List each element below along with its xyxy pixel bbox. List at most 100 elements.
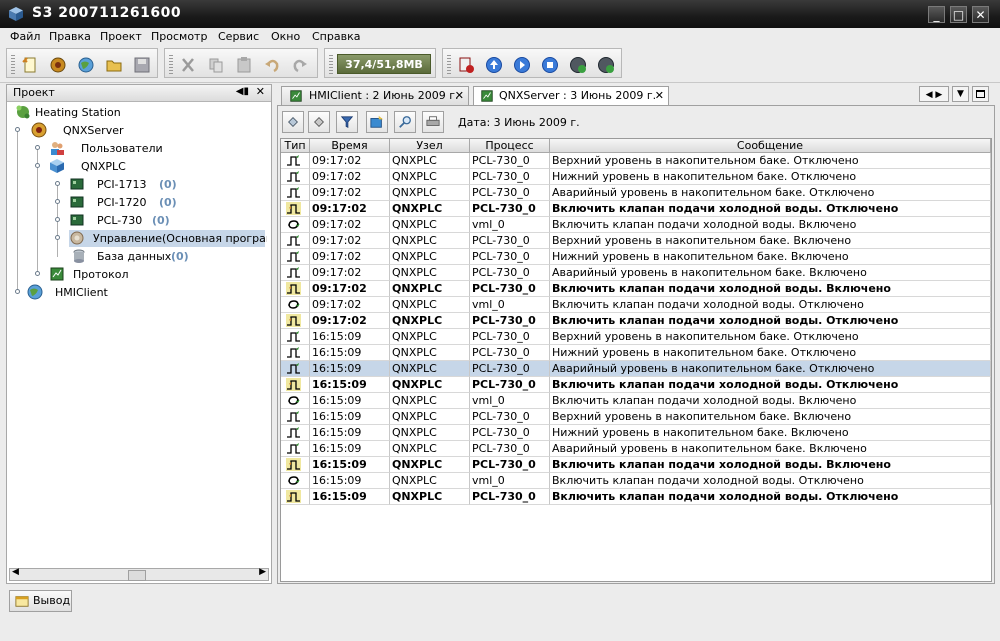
output-button[interactable]: Вывод [9,590,72,612]
filter-group-button[interactable] [308,111,330,133]
type-cell [281,233,310,249]
scroll-left-icon[interactable]: ◀ [12,567,19,577]
scrollbar-thumb[interactable] [128,570,146,581]
table-row[interactable]: 09:17:02 QNXPLC PCL-730_0 Включить клапан п… [281,313,991,329]
globe-icon[interactable] [77,56,95,74]
table-row[interactable]: 09:17:02 QNXPLC PCL-730_0 Верхний уровень в… [281,153,991,169]
process-cell: PCL-730_0 [470,233,550,249]
signal-pulse-icon [287,347,300,358]
run-script-icon[interactable] [457,56,475,74]
stop-icon[interactable] [541,56,559,74]
server-gear-icon[interactable] [49,56,67,74]
table-row[interactable]: 09:17:02 QNXPLC PCL-730_0 Включить клапан п… [281,201,991,217]
table-row[interactable]: 09:17:02 QNXPLC PCL-730_0 Аварийный уровень… [281,185,991,201]
tree-expand-toggle[interactable] [55,217,60,222]
play-icon[interactable] [513,56,531,74]
table-row[interactable]: 09:17:02 QNXPLC PCL-730_0 Включить клапан п… [281,281,991,297]
signal-pulse-icon [287,427,300,438]
table-row[interactable]: 16:15:09 QNXPLC PCL-730_0 Аварийный уровень… [281,441,991,457]
tree-item-control-program[interactable]: Управление(Основная програм [69,230,267,247]
tab-close-icon[interactable]: ✕ [455,87,464,105]
scroll-right-icon[interactable]: ▶ [259,567,266,577]
table-row[interactable]: 09:17:02 QNXPLC PCL-730_0 Нижний уровень в … [281,249,991,265]
search-button[interactable] [394,111,416,133]
toolbar-group-edit [164,48,318,78]
tab-list-dropdown[interactable]: ▼ [952,86,969,102]
export-button[interactable] [366,111,388,133]
menu-edit[interactable]: Правка [49,30,91,43]
panel-minimize-icon[interactable]: ◀▮ [236,86,249,97]
toolbar-grip[interactable] [447,55,451,75]
column-header-node[interactable]: Узел [390,139,470,153]
table-row[interactable]: 09:17:02 QNXPLC PCL-730_0 Нижний уровень в … [281,169,991,185]
table-row[interactable]: 16:15:09 QNXPLC vml_0 Включить клапан подач… [281,393,991,409]
tree-expand-toggle[interactable] [15,127,20,132]
tree-expand-toggle[interactable] [55,181,60,186]
table-row[interactable]: 16:15:09 QNXPLC PCL-730_0 Верхний уровень в… [281,409,991,425]
print-button[interactable] [422,111,444,133]
menu-view[interactable]: Просмотр [151,30,207,43]
column-header-message[interactable]: Сообщение [550,139,991,153]
copy-icon[interactable] [207,56,225,74]
tree-expand-toggle[interactable] [55,235,60,240]
menu-window[interactable]: Окно [271,30,300,43]
tree-expand-toggle[interactable] [35,163,40,168]
filter-button[interactable] [336,111,358,133]
tree-expand-toggle[interactable] [35,145,40,150]
table-row[interactable]: 09:17:02 QNXPLC PCL-730_0 Аварийный уровень… [281,265,991,281]
close-button[interactable]: ✕ [972,6,989,23]
tree-expand-toggle[interactable] [35,271,40,276]
memory-indicator[interactable]: 37,4/51,8MB [337,54,431,74]
table-row[interactable]: 09:17:02 QNXPLC vml_0 Включить клапан подач… [281,217,991,233]
toolbar-group-file [6,48,158,78]
table-row[interactable]: 16:15:09 QNXPLC PCL-730_0 Включить клапан п… [281,489,991,505]
cut-icon[interactable] [179,56,197,74]
table-row[interactable]: 16:15:09 QNXPLC vml_0 Включить клапан подач… [281,473,991,489]
type-cell [281,489,310,505]
table-row[interactable]: 16:15:09 QNXPLC PCL-730_0 Нижний уровень в … [281,425,991,441]
column-header-type[interactable]: Тип [281,139,310,153]
table-row[interactable]: 16:15:09 QNXPLC PCL-730_0 Верхний уровень в… [281,329,991,345]
tree-network-icon [16,105,30,119]
process-cell: PCL-730_0 [470,201,550,217]
menu-service[interactable]: Сервис [218,30,259,43]
tab-qnxserver[interactable]: QNXServer : 3 Июнь 2009 г. ✕ [473,86,669,106]
connect-play-icon[interactable] [569,56,587,74]
table-row[interactable]: 16:15:09 QNXPLC PCL-730_0 Аварийный уровень… [281,361,991,377]
table-row[interactable]: 09:17:02 QNXPLC vml_0 Включить клапан подач… [281,297,991,313]
panel-close-icon[interactable]: ✕ [256,85,265,98]
tab-hmiclient[interactable]: HMIClient : 2 Июнь 2009 г. ✕ [281,86,469,106]
horizontal-scrollbar[interactable]: ◀ ▶ [9,567,269,581]
paste-icon[interactable] [235,56,253,74]
new-document-icon[interactable] [21,56,39,74]
maximize-button[interactable]: □ [950,6,967,23]
tree-expand-toggle[interactable] [55,199,60,204]
connect-stop-icon[interactable] [597,56,615,74]
menu-project[interactable]: Проект [100,30,142,43]
open-folder-icon[interactable] [105,56,123,74]
column-header-process[interactable]: Процесс [470,139,550,153]
save-icon[interactable] [133,56,151,74]
signal-pulse-icon [287,187,300,198]
up-arrow-icon[interactable] [485,56,503,74]
tab-scroll-arrows[interactable]: ◀ ▶ [919,86,949,102]
column-header-time[interactable]: Время [310,139,390,153]
tab-close-icon[interactable]: ✕ [655,87,664,105]
project-panel-header: Проект ◀▮ ✕ [7,85,271,102]
filter-tree-button[interactable] [282,111,304,133]
toolbar-grip[interactable] [169,55,173,75]
minimize-button[interactable]: _ [928,6,945,23]
tree-expand-toggle[interactable] [15,289,20,294]
table-row[interactable]: 16:15:09 QNXPLC PCL-730_0 Нижний уровень в … [281,345,991,361]
toolbar-grip[interactable] [11,55,15,75]
redo-icon[interactable] [291,56,309,74]
table-row[interactable]: 16:15:09 QNXPLC PCL-730_0 Включить клапан п… [281,457,991,473]
undo-icon[interactable] [263,56,281,74]
table-row[interactable]: 16:15:09 QNXPLC PCL-730_0 Включить клапан п… [281,377,991,393]
menu-file[interactable]: Файл [10,30,40,43]
table-row[interactable]: 09:17:02 QNXPLC PCL-730_0 Верхний уровень в… [281,233,991,249]
menu-help[interactable]: Справка [312,30,360,43]
toolbar-grip[interactable] [329,55,333,75]
events-panel: HMIClient : 2 Июнь 2009 г. ✕ QNXServer :… [277,84,995,584]
panel-maximize-button[interactable] [972,86,989,102]
